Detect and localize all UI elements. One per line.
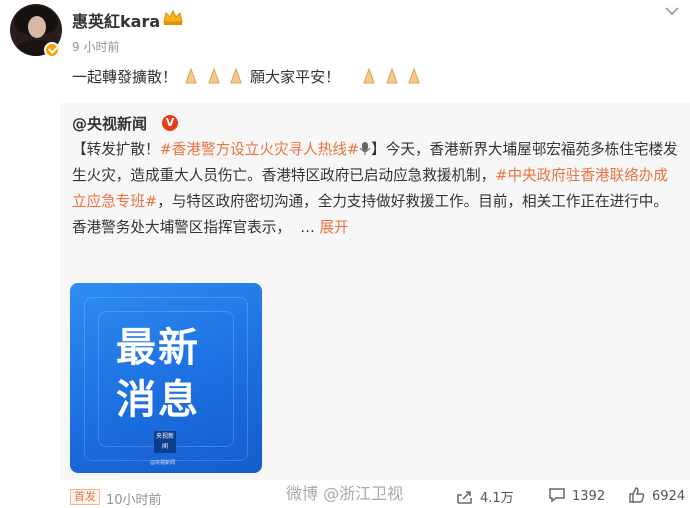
user-name[interactable]: 惠英紅kara — [72, 8, 160, 32]
news-image[interactable]: 最新 消息 央视新闻 @央视新闻 — [70, 283, 262, 473]
cctv-news-logo: 央视新闻 — [154, 431, 176, 453]
first-publish-badge: 首发 — [70, 489, 100, 505]
image-headline-line1: 最新 — [116, 325, 200, 371]
comment-button[interactable]: 1392 — [548, 487, 605, 504]
hashtag-link[interactable]: #香港警方设立火灾寻人热线# — [160, 141, 360, 158]
original-post-time[interactable]: 10小时前 — [106, 489, 162, 508]
pray-emoji-icon — [207, 68, 220, 84]
verified-badge-icon: V — [162, 115, 178, 131]
pray-emoji-icon — [363, 68, 375, 84]
source-account-name[interactable]: @央视新闻 — [72, 113, 147, 134]
pray-emoji-icon — [185, 68, 197, 84]
pray-emoji-icon — [230, 68, 243, 84]
verified-badge-icon — [44, 42, 60, 58]
comment-icon — [549, 488, 565, 503]
pray-emoji-icon — [408, 68, 420, 84]
post-time[interactable]: 9 小时前 — [72, 38, 119, 55]
thumbs-up-icon — [629, 487, 645, 503]
share-icon — [457, 491, 472, 504]
crown-icon — [163, 9, 183, 25]
expand-link[interactable]: 展开 — [319, 219, 348, 236]
post-text: 一起轉發擴散！ 願大家平安！ — [72, 66, 423, 87]
image-headline-line2: 消息 — [116, 377, 200, 423]
watermark: 微博 @浙江卫视 — [286, 484, 404, 503]
pray-emoji-icon — [385, 68, 398, 84]
like-button[interactable]: 6924 — [628, 487, 685, 504]
microphone-icon — [359, 142, 371, 155]
repost-body-text: 【转发扩散！#香港警方设立火灾寻人热线# 】今天，香港新界大埔屋邨宏福苑多栋住宅楼… — [72, 141, 678, 236]
image-footer: @央视新闻 — [150, 460, 176, 466]
share-button[interactable]: 4.1万 — [456, 487, 514, 506]
chevron-down-icon[interactable] — [664, 4, 680, 18]
repost-card[interactable]: @央视新闻 V 【转发扩散！#香港警方设立火灾寻人热线# 】今天，香港新界大埔屋邨… — [60, 103, 690, 480]
